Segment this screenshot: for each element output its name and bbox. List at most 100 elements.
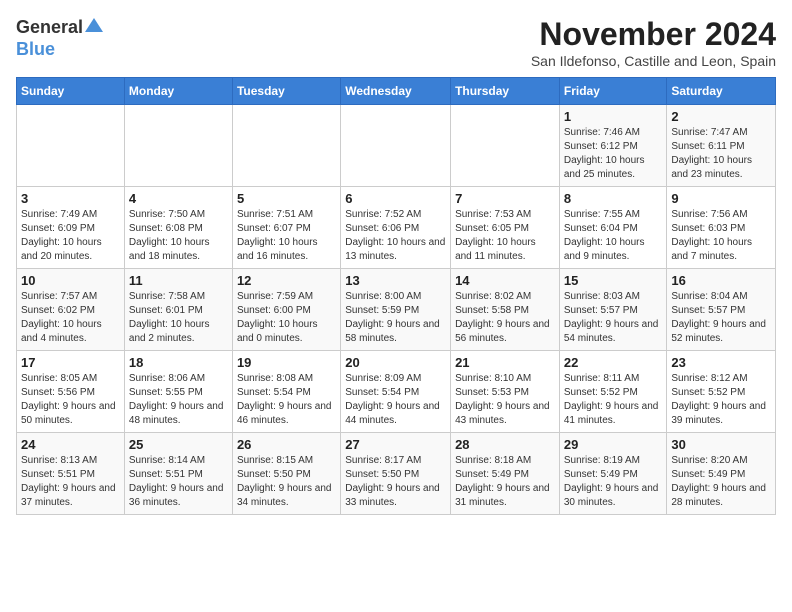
calendar-cell: 23 Sunrise: 8:12 AM Sunset: 5:52 PM Dayli…	[667, 351, 776, 433]
day-number: 26	[237, 437, 336, 452]
logo-bird-icon	[85, 16, 103, 34]
day-number: 18	[129, 355, 228, 370]
header-day-tuesday: Tuesday	[232, 78, 340, 105]
calendar-cell: 2 Sunrise: 7:47 AM Sunset: 6:11 PM Daylig…	[667, 105, 776, 187]
calendar-cell: 24 Sunrise: 8:13 AM Sunset: 5:51 PM Dayli…	[17, 433, 125, 515]
day-number: 1	[564, 109, 663, 124]
calendar-body: 1 Sunrise: 7:46 AM Sunset: 6:12 PM Daylig…	[17, 105, 776, 515]
day-number: 7	[455, 191, 555, 206]
calendar-cell	[341, 105, 451, 187]
calendar-cell: 27 Sunrise: 8:17 AM Sunset: 5:50 PM Dayli…	[341, 433, 451, 515]
day-number: 13	[345, 273, 446, 288]
calendar-cell	[124, 105, 232, 187]
header-day-monday: Monday	[124, 78, 232, 105]
calendar-cell: 21Sunrise: 8:10 AM Sunset: 5:53 PM Dayli…	[451, 351, 560, 433]
header-day-friday: Friday	[559, 78, 667, 105]
day-info: Sunrise: 8:05 AM Sunset: 5:56 PM Dayligh…	[21, 372, 120, 428]
day-number: 8	[564, 191, 663, 206]
header-row: SundayMondayTuesdayWednesdayThursdayFrid…	[17, 78, 776, 105]
day-number: 3	[21, 191, 120, 206]
day-info: Sunrise: 7:59 AM Sunset: 6:00 PM Dayligh…	[237, 290, 336, 346]
subtitle: San Ildefonso, Castille and Leon, Spain	[531, 53, 776, 69]
calendar-cell: 29Sunrise: 8:19 AM Sunset: 5:49 PM Dayli…	[559, 433, 667, 515]
calendar-cell: 12 Sunrise: 7:59 AM Sunset: 6:00 PM Dayli…	[232, 269, 340, 351]
header-day-sunday: Sunday	[17, 78, 125, 105]
day-number: 28	[455, 437, 555, 452]
day-info: Sunrise: 7:52 AM Sunset: 6:06 PM Dayligh…	[345, 208, 446, 264]
day-info: Sunrise: 8:15 AM Sunset: 5:50 PM Dayligh…	[237, 454, 336, 510]
day-info: Sunrise: 8:18 AM Sunset: 5:49 PM Dayligh…	[455, 454, 555, 510]
day-info: Sunrise: 8:17 AM Sunset: 5:50 PM Dayligh…	[345, 454, 446, 510]
calendar-cell: 30Sunrise: 8:20 AM Sunset: 5:49 PM Dayli…	[667, 433, 776, 515]
day-number: 12	[237, 273, 336, 288]
day-info: Sunrise: 8:06 AM Sunset: 5:55 PM Dayligh…	[129, 372, 228, 428]
day-info: Sunrise: 7:53 AM Sunset: 6:05 PM Dayligh…	[455, 208, 555, 264]
day-info: Sunrise: 8:04 AM Sunset: 5:57 PM Dayligh…	[671, 290, 771, 346]
calendar-cell: 17 Sunrise: 8:05 AM Sunset: 5:56 PM Dayli…	[17, 351, 125, 433]
header-day-thursday: Thursday	[451, 78, 560, 105]
day-info: Sunrise: 7:56 AM Sunset: 6:03 PM Dayligh…	[671, 208, 771, 264]
header-day-wednesday: Wednesday	[341, 78, 451, 105]
day-number: 19	[237, 355, 336, 370]
day-number: 2	[671, 109, 771, 124]
calendar-cell: 25 Sunrise: 8:14 AM Sunset: 5:51 PM Dayli…	[124, 433, 232, 515]
calendar-cell: 7 Sunrise: 7:53 AM Sunset: 6:05 PM Daylig…	[451, 187, 560, 269]
calendar-cell: 10 Sunrise: 7:57 AM Sunset: 6:02 PM Dayli…	[17, 269, 125, 351]
day-info: Sunrise: 8:12 AM Sunset: 5:52 PM Dayligh…	[671, 372, 771, 428]
calendar-cell: 19 Sunrise: 8:08 AM Sunset: 5:54 PM Dayli…	[232, 351, 340, 433]
day-number: 6	[345, 191, 446, 206]
day-info: Sunrise: 7:50 AM Sunset: 6:08 PM Dayligh…	[129, 208, 228, 264]
day-number: 9	[671, 191, 771, 206]
header-day-saturday: Saturday	[667, 78, 776, 105]
day-number: 20	[345, 355, 446, 370]
calendar-table: SundayMondayTuesdayWednesdayThursdayFrid…	[16, 77, 776, 515]
day-info: Sunrise: 7:51 AM Sunset: 6:07 PM Dayligh…	[237, 208, 336, 264]
calendar-cell	[232, 105, 340, 187]
calendar-cell: 28 Sunrise: 8:18 AM Sunset: 5:49 PM Dayli…	[451, 433, 560, 515]
day-info: Sunrise: 8:20 AM Sunset: 5:49 PM Dayligh…	[671, 454, 771, 510]
day-info: Sunrise: 8:03 AM Sunset: 5:57 PM Dayligh…	[564, 290, 663, 346]
calendar-cell: 5 Sunrise: 7:51 AM Sunset: 6:07 PM Daylig…	[232, 187, 340, 269]
day-info: Sunrise: 7:57 AM Sunset: 6:02 PM Dayligh…	[21, 290, 120, 346]
week-row-5: 24 Sunrise: 8:13 AM Sunset: 5:51 PM Dayli…	[17, 433, 776, 515]
day-number: 24	[21, 437, 120, 452]
day-number: 15	[564, 273, 663, 288]
day-info: Sunrise: 7:58 AM Sunset: 6:01 PM Dayligh…	[129, 290, 228, 346]
day-number: 22	[564, 355, 663, 370]
calendar-header: SundayMondayTuesdayWednesdayThursdayFrid…	[17, 78, 776, 105]
day-number: 29	[564, 437, 663, 452]
day-info: Sunrise: 8:08 AM Sunset: 5:54 PM Dayligh…	[237, 372, 336, 428]
calendar-cell: 9 Sunrise: 7:56 AM Sunset: 6:03 PM Daylig…	[667, 187, 776, 269]
logo-blue: Blue	[16, 39, 55, 60]
day-info: Sunrise: 7:46 AM Sunset: 6:12 PM Dayligh…	[564, 126, 663, 182]
logo-general: General	[16, 17, 83, 38]
calendar-cell: 15 Sunrise: 8:03 AM Sunset: 5:57 PM Dayli…	[559, 269, 667, 351]
calendar-cell: 11 Sunrise: 7:58 AM Sunset: 6:01 PM Dayli…	[124, 269, 232, 351]
day-number: 4	[129, 191, 228, 206]
day-info: Sunrise: 7:47 AM Sunset: 6:11 PM Dayligh…	[671, 126, 771, 182]
calendar-cell: 22 Sunrise: 8:11 AM Sunset: 5:52 PM Dayli…	[559, 351, 667, 433]
day-number: 21	[455, 355, 555, 370]
day-number: 23	[671, 355, 771, 370]
day-info: Sunrise: 8:13 AM Sunset: 5:51 PM Dayligh…	[21, 454, 120, 510]
day-number: 5	[237, 191, 336, 206]
day-number: 11	[129, 273, 228, 288]
week-row-4: 17 Sunrise: 8:05 AM Sunset: 5:56 PM Dayli…	[17, 351, 776, 433]
day-number: 17	[21, 355, 120, 370]
day-info: Sunrise: 8:02 AM Sunset: 5:58 PM Dayligh…	[455, 290, 555, 346]
day-info: Sunrise: 8:14 AM Sunset: 5:51 PM Dayligh…	[129, 454, 228, 510]
day-number: 10	[21, 273, 120, 288]
week-row-3: 10 Sunrise: 7:57 AM Sunset: 6:02 PM Dayli…	[17, 269, 776, 351]
calendar-cell: 4 Sunrise: 7:50 AM Sunset: 6:08 PM Daylig…	[124, 187, 232, 269]
calendar-cell: 1 Sunrise: 7:46 AM Sunset: 6:12 PM Daylig…	[559, 105, 667, 187]
day-info: Sunrise: 7:49 AM Sunset: 6:09 PM Dayligh…	[21, 208, 120, 264]
week-row-2: 3 Sunrise: 7:49 AM Sunset: 6:09 PM Daylig…	[17, 187, 776, 269]
day-info: Sunrise: 8:09 AM Sunset: 5:54 PM Dayligh…	[345, 372, 446, 428]
day-number: 25	[129, 437, 228, 452]
week-row-1: 1 Sunrise: 7:46 AM Sunset: 6:12 PM Daylig…	[17, 105, 776, 187]
day-number: 27	[345, 437, 446, 452]
header: General Blue November 2024 San Ildefonso…	[16, 16, 776, 69]
day-number: 16	[671, 273, 771, 288]
day-info: Sunrise: 8:11 AM Sunset: 5:52 PM Dayligh…	[564, 372, 663, 428]
calendar-cell: 18 Sunrise: 8:06 AM Sunset: 5:55 PM Dayli…	[124, 351, 232, 433]
